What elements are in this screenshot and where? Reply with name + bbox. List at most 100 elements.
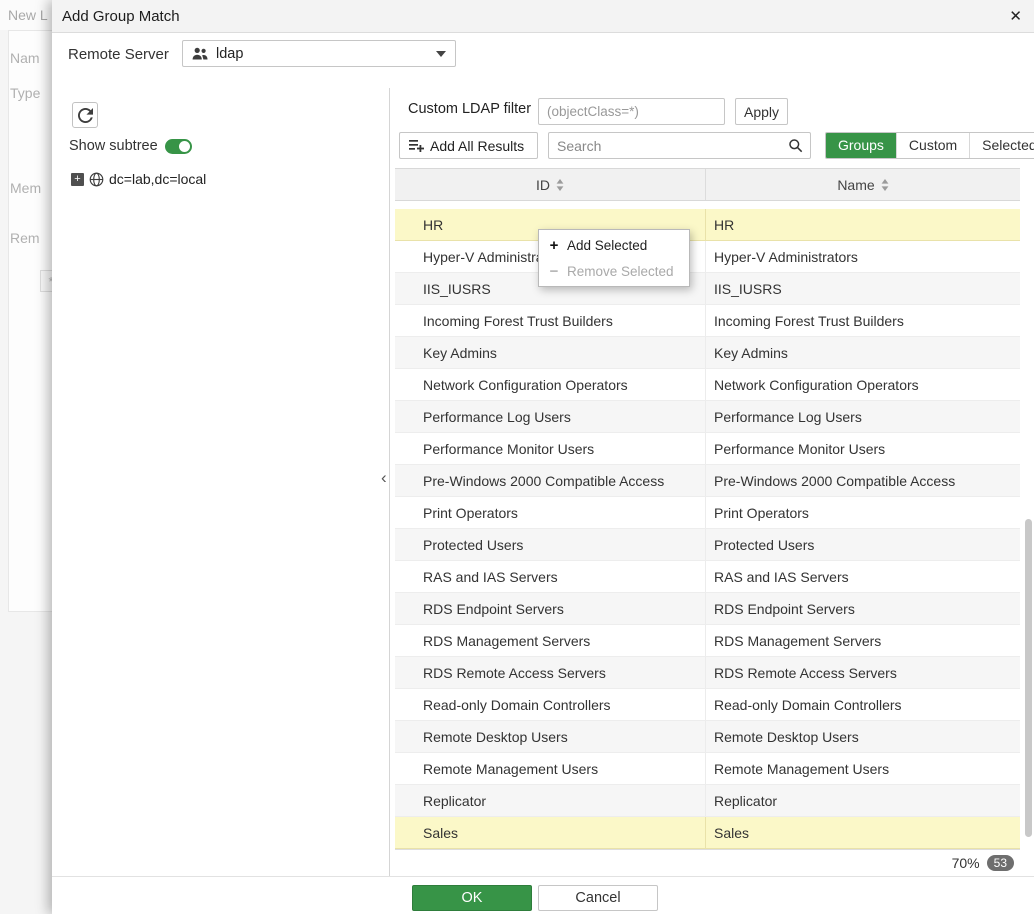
row-name-cell: Pre-Windows 2000 Compatible Access (705, 465, 1020, 496)
tab-selected[interactable]: Selected (969, 133, 1034, 158)
table-row[interactable]: RDS Management ServersRDS Management Ser… (395, 625, 1020, 657)
row-id-cell: Incoming Forest Trust Builders (395, 305, 705, 336)
refresh-icon (78, 108, 93, 123)
row-id-cell: Protected Users (395, 529, 705, 560)
row-name-cell: Network Configuration Operators (705, 369, 1020, 400)
add-all-results-button[interactable]: Add All Results (399, 132, 538, 159)
table-header: ID Name (395, 168, 1020, 201)
row-name-cell: Hyper-V Administrators (705, 241, 1020, 272)
table-row[interactable]: SalesSales (395, 817, 1020, 849)
apply-button[interactable]: Apply (735, 98, 788, 125)
table-row[interactable]: ReplicatorReplicator (395, 785, 1020, 817)
table-row[interactable]: Remote Management UsersRemote Management… (395, 753, 1020, 785)
table-row[interactable]: Key AdminsKey Admins (395, 337, 1020, 369)
tree-node-label: dc=lab,dc=local (109, 171, 206, 187)
sort-icon (556, 179, 564, 191)
scrollbar-thumb[interactable] (1025, 519, 1032, 837)
row-id-cell: Key Admins (395, 337, 705, 368)
show-subtree-label: Show subtree (69, 138, 158, 154)
add-group-match-dialog: Add Group Match ✕ Remote Server ldap (52, 0, 1034, 914)
dialog-header: Add Group Match ✕ (52, 0, 1034, 33)
table-row[interactable]: Read-only Domain ControllersRead-only Do… (395, 689, 1020, 721)
column-header-name-label: Name (837, 177, 874, 193)
row-name-cell: RDS Management Servers (705, 625, 1020, 656)
remote-server-label: Remote Server (68, 46, 169, 63)
row-id-cell: Performance Log Users (395, 401, 705, 432)
row-name-cell: RAS and IAS Servers (705, 561, 1020, 592)
table-rows: HRHRHyper-V AdministratorsHyper-V Admini… (395, 209, 1020, 849)
minus-icon: − (548, 263, 560, 280)
row-id-cell: RAS and IAS Servers (395, 561, 705, 592)
row-name-cell: Read-only Domain Controllers (705, 689, 1020, 720)
table-row[interactable]: Remote Desktop UsersRemote Desktop Users (395, 721, 1020, 753)
row-id-cell: Print Operators (395, 497, 705, 528)
panel-splitter[interactable] (389, 88, 390, 876)
row-name-cell: RDS Endpoint Servers (705, 593, 1020, 624)
screen: New L NamTypeMemRem * Add Group Match ✕ … (0, 0, 1034, 914)
cancel-button[interactable]: Cancel (538, 885, 658, 911)
domain-globe-icon (89, 172, 104, 187)
add-all-results-label: Add All Results (430, 138, 524, 154)
table-row[interactable]: Protected UsersProtected Users (395, 529, 1020, 561)
column-header-id[interactable]: ID (395, 169, 705, 200)
search-box (548, 132, 811, 159)
result-tabs: GroupsCustomSelected (825, 132, 1034, 159)
row-id-cell: Performance Monitor Users (395, 433, 705, 464)
row-id-cell: RDS Endpoint Servers (395, 593, 705, 624)
tab-custom[interactable]: Custom (896, 133, 969, 158)
dialog-footer: OK Cancel (52, 876, 1034, 914)
close-icon[interactable]: ✕ (1009, 0, 1022, 33)
row-id-cell: RDS Remote Access Servers (395, 657, 705, 688)
row-id-cell: Remote Management Users (395, 753, 705, 784)
show-subtree-toggle[interactable] (165, 139, 192, 154)
table-row[interactable]: Performance Log UsersPerformance Log Use… (395, 401, 1020, 433)
menu-item-add-selected[interactable]: +Add Selected (539, 232, 689, 258)
table-row[interactable]: RAS and IAS ServersRAS and IAS Servers (395, 561, 1020, 593)
remote-server-select[interactable]: ldap (182, 40, 456, 67)
tree-node-root[interactable]: + dc=lab,dc=local (71, 171, 206, 187)
table-row[interactable]: Incoming Forest Trust BuildersIncoming F… (395, 305, 1020, 337)
table-row[interactable]: Performance Monitor UsersPerformance Mon… (395, 433, 1020, 465)
row-name-cell: RDS Remote Access Servers (705, 657, 1020, 688)
refresh-button[interactable] (72, 102, 98, 128)
row-id-cell: Read-only Domain Controllers (395, 689, 705, 720)
dialog-title: Add Group Match (62, 0, 180, 33)
tab-groups[interactable]: Groups (826, 133, 896, 158)
collapse-panel-arrow[interactable]: ‹ (381, 469, 387, 486)
row-id-cell: Remote Desktop Users (395, 721, 705, 752)
table-row[interactable]: Pre-Windows 2000 Compatible AccessPre-Wi… (395, 465, 1020, 497)
search-icon[interactable] (780, 133, 810, 158)
toggle-knob (179, 141, 190, 152)
row-id-cell: Pre-Windows 2000 Compatible Access (395, 465, 705, 496)
result-count-badge: 53 (987, 855, 1014, 871)
custom-ldap-filter-label: Custom LDAP filter (408, 101, 531, 117)
row-name-cell: Key Admins (705, 337, 1020, 368)
menu-item-label: Add Selected (567, 238, 647, 253)
table-row[interactable]: RDS Endpoint ServersRDS Endpoint Servers (395, 593, 1020, 625)
chevron-down-icon (436, 51, 446, 57)
search-input[interactable] (549, 138, 780, 154)
sort-icon (881, 179, 889, 191)
row-name-cell: Remote Management Users (705, 753, 1020, 784)
column-header-id-label: ID (536, 177, 550, 193)
row-name-cell: Performance Log Users (705, 401, 1020, 432)
ok-button[interactable]: OK (412, 885, 532, 911)
table-footer: 70% 53 (395, 849, 1020, 876)
table-row[interactable]: IIS_IUSRSIIS_IUSRS (395, 273, 1020, 305)
column-header-name[interactable]: Name (705, 169, 1020, 200)
table-row[interactable]: Hyper-V AdministratorsHyper-V Administra… (395, 241, 1020, 273)
row-id-cell: Sales (395, 817, 705, 848)
table-row[interactable]: Print OperatorsPrint Operators (395, 497, 1020, 529)
row-id-cell: Replicator (395, 785, 705, 816)
user-group-icon (192, 47, 208, 60)
row-name-cell: Replicator (705, 785, 1020, 816)
list-plus-icon (409, 139, 424, 152)
table-row[interactable]: RDS Remote Access ServersRDS Remote Acce… (395, 657, 1020, 689)
ldap-filter-input[interactable] (538, 98, 725, 125)
row-id-cell: RDS Management Servers (395, 625, 705, 656)
table-row[interactable]: HRHR (395, 209, 1020, 241)
expand-plus-icon[interactable]: + (71, 173, 84, 186)
row-name-cell: Protected Users (705, 529, 1020, 560)
remote-server-value: ldap (216, 46, 243, 62)
table-row[interactable]: Network Configuration OperatorsNetwork C… (395, 369, 1020, 401)
